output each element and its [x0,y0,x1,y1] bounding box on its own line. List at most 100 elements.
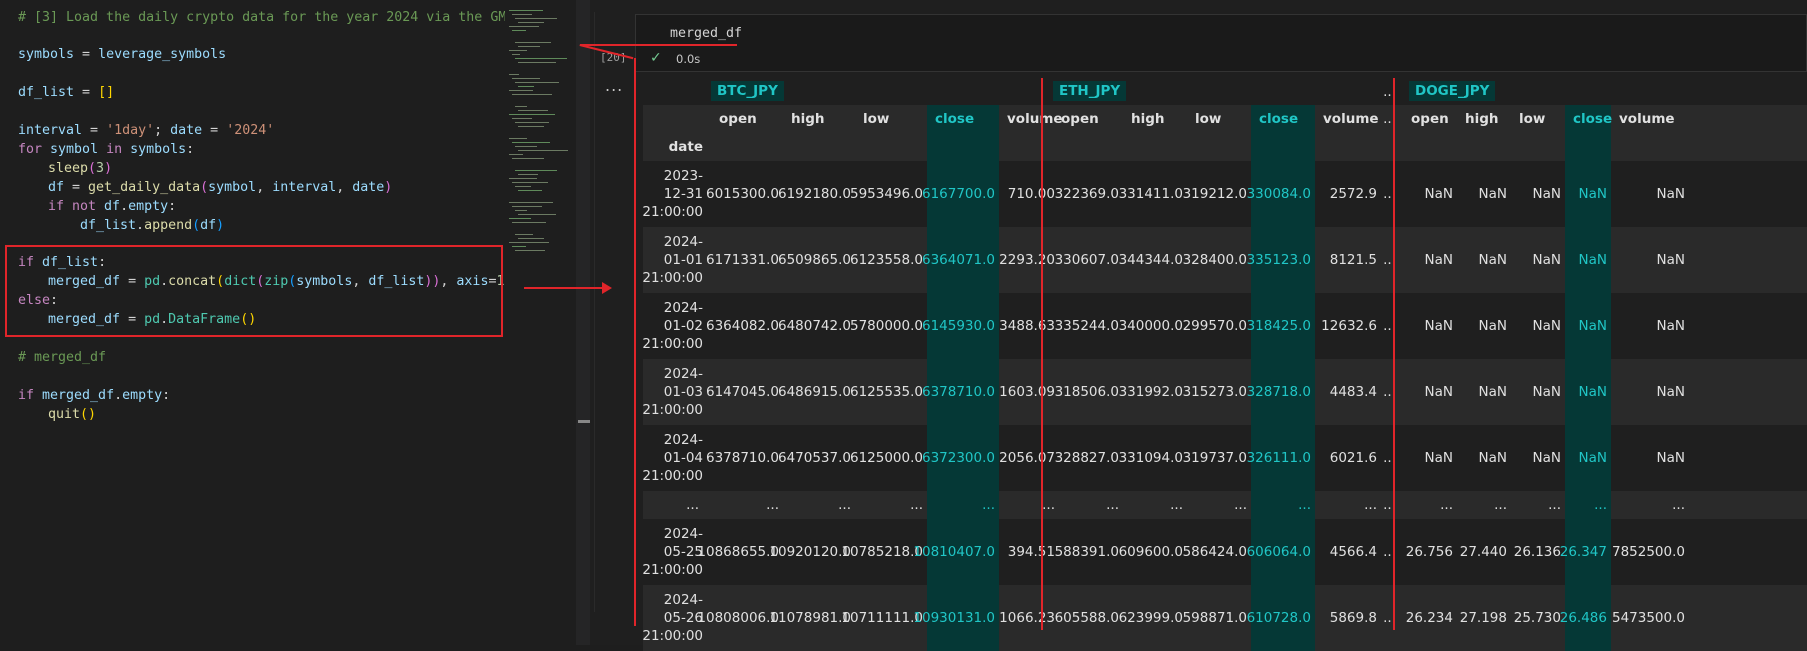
minimap-line [512,206,542,207]
token: in [106,142,123,157]
code-line-quit[interactable]: quit() [48,405,96,424]
table-row[interactable]: 2024- 01-03 21:00:00 6147045.0 6486915.0 6125… [642,359,1807,425]
eth-high-value: 331411.0 [1118,186,1183,202]
doge-open-value: NaN [1424,252,1453,268]
annotation-separator-line [1393,78,1395,630]
doge-open-value: 26.234 [1405,610,1453,626]
minimap-line [515,18,557,19]
code-line-symbols[interactable]: symbols = leverage_symbols [18,45,226,64]
dataframe-output[interactable]: BTC_JPY ETH_JPY DOGE_JPY... open high low clos… [642,78,1807,651]
code-line-sleep[interactable]: sleep(3) [48,159,112,178]
minimap-line [515,42,551,43]
minimap-line [512,118,532,119]
btc-volume-value: 2293.20 [999,252,1055,268]
table-row[interactable]: ........................................… [643,491,1807,519]
minimap-line [509,26,539,27]
doge-volume-value: 5473500.0 [1611,610,1685,626]
date-part: 2023- [663,168,703,184]
token: date [170,123,203,138]
btc-close-value: 6372300.0 [922,425,999,491]
editor-minimap[interactable] [505,0,577,645]
code-line-df-list[interactable]: df_list = [] [18,83,114,102]
doge-volume-value: NaN [1656,450,1685,466]
code-line-comment-load[interactable]: # [3] Load the daily crypto data for the… [18,8,505,27]
cell-ellipsis: ... [1251,491,1315,519]
code-editor[interactable]: # [3] Load the daily crypto data for the… [0,0,505,645]
cell-input-code[interactable]: merged_df [670,26,742,41]
doge-volume-value: 7852500.0 [1611,544,1685,560]
minimap-line [515,234,533,235]
token: 3 [96,161,105,176]
highlight-annotation-box [5,245,503,337]
code-line-append[interactable]: df_list.append(df) [80,216,224,235]
btc-close-value: 6145930.0 [922,293,999,359]
eth-close-value: 318425.0 [1247,293,1315,359]
table-row[interactable]: 2024- 01-02 21:00:00 6364082.0 6480742.0 5780… [642,293,1807,359]
table-row[interactable]: 2023- 12-31 21:00:00 6015300.0 6192180.0 5953… [642,161,1807,227]
cell-ellipsis: ... [910,497,923,513]
eth-volume-value: 2572.9 [1329,186,1377,202]
date-part: 01-04 [663,450,703,466]
doge-open-value: NaN [1424,186,1453,202]
code-line-get-data[interactable]: df = get_daily_data(symbol, interval, da… [48,178,392,197]
code-line-if-not[interactable]: if not df.empty: [48,197,176,216]
code-line-comment-merged[interactable]: # merged_df [18,348,106,367]
btc-close-value: 6378710.0 [922,359,999,425]
date-part: 2024- [663,366,703,382]
minimap-line [515,170,557,171]
eth-close-value: 330084.0 [1247,161,1315,227]
header-ellipsis: ... [1383,83,1396,100]
column-header-volume: volume [1007,111,1063,127]
btc-low-value: 5780000.0 [849,318,923,334]
more-actions-icon[interactable]: ... [605,76,623,95]
token: : [168,199,177,214]
doge-low-value: NaN [1532,318,1561,334]
minimap-line [518,110,548,111]
token: if [18,388,35,403]
arrow-line-top [580,44,737,46]
minimap-line [518,214,556,215]
btc-open-value: 6364082.0 [705,318,779,334]
table-row[interactable]: 2024- 01-04 21:00:00 6378710.0 6470537.0 6125… [642,425,1807,491]
token: df [48,180,65,195]
column-header-close: close [1251,105,1315,133]
minimap-line [515,122,549,123]
row-ellipsis: ... [686,497,699,513]
cell-ellipsis: ... [1364,497,1377,513]
header-row-symbols: BTC_JPY ETH_JPY DOGE_JPY... [643,78,1807,105]
date-part: 21:00:00 [642,204,703,220]
token: , [336,180,353,195]
token: df [200,218,217,233]
code-line-if-empty[interactable]: if merged_df.empty: [18,386,170,405]
column-header-high: high [1465,111,1499,127]
token: df_list [80,218,137,233]
code-cell-input[interactable] [635,14,1807,72]
table-row[interactable]: 2024- 05-25 21:00:00 10868655.0 10920120.0 10… [642,519,1807,585]
minimap-line [512,142,550,143]
btc-close-value: 10930131.0 [913,585,999,651]
code-line-interval[interactable]: interval = '1day'; date = '2024' [18,121,274,140]
minimap-line [509,154,523,155]
doge-high-value: NaN [1478,186,1507,202]
editor-scrollbar[interactable] [576,0,590,645]
eth-low-value: 328400.0 [1182,252,1247,268]
minimap-line [512,246,526,247]
btc-volume-value: 3488.63 [999,318,1055,334]
btc-open-value: 6015300.0 [705,186,779,202]
table-row[interactable]: 2024- 05-26 21:00:00 10808006.0 11078981.0 10… [642,585,1807,651]
minimap-line [512,14,532,15]
table-row[interactable]: 2024- 01-01 21:00:00 6171331.0 6509865.0 6123… [642,227,1807,293]
minimap-line [509,10,543,11]
cell-ellipsis: ... [1383,610,1396,626]
eth-open-value: 328827.0 [1054,450,1119,466]
eth-low-value: 598871.0 [1182,610,1247,626]
token: date [352,180,385,195]
date-part: 21:00:00 [642,562,703,578]
scrollbar-thumb[interactable] [578,420,590,423]
btc-close-value: 6364071.0 [922,227,999,293]
cell-ellipsis: ... [1042,497,1055,513]
cell-ellipsis: ... [1234,497,1247,513]
code-line-for[interactable]: for symbol in symbols: [18,140,194,159]
minimap-line [509,74,519,75]
minimap-line [518,174,538,175]
